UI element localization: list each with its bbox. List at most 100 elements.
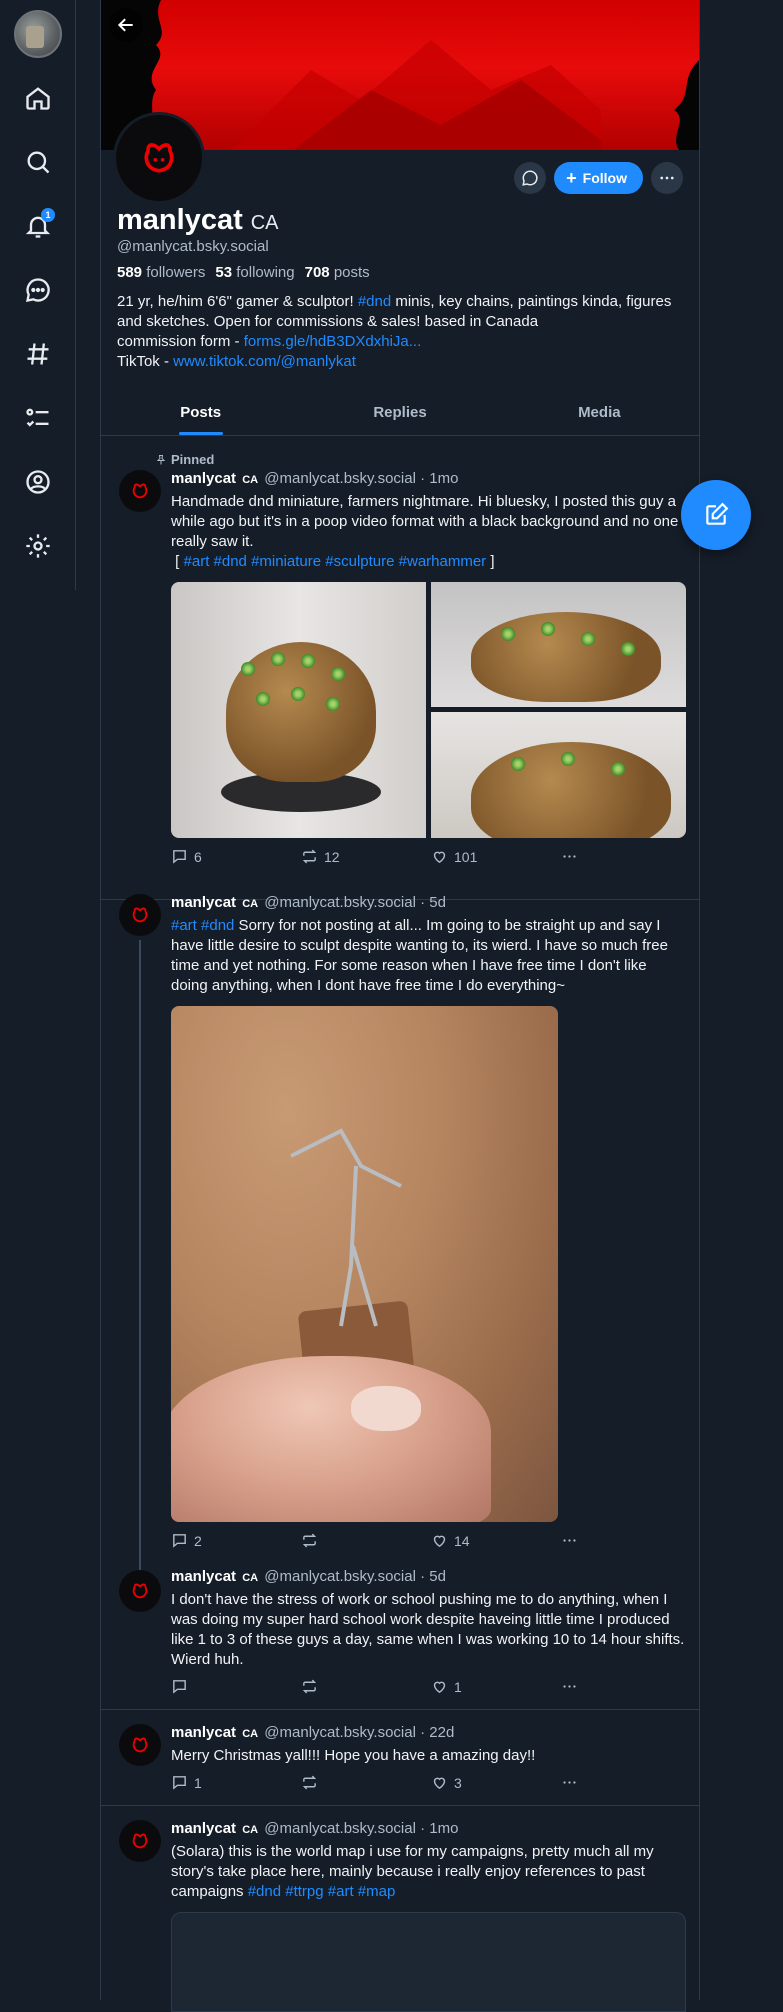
follow-button[interactable]: + Follow xyxy=(554,162,643,194)
chat-icon[interactable] xyxy=(18,270,58,310)
more-icon xyxy=(563,1539,576,1542)
profile-avatar[interactable] xyxy=(113,112,205,204)
bio-hashtag-dnd[interactable]: #dnd xyxy=(358,293,391,310)
tab-media[interactable]: Media xyxy=(500,392,699,435)
reply-button[interactable]: 2 xyxy=(171,1532,202,1549)
more-button[interactable] xyxy=(561,1678,578,1695)
thumbnail-nail xyxy=(351,1386,421,1431)
red-creature-logo xyxy=(132,907,148,923)
following-stat[interactable]: 53 following xyxy=(215,264,294,281)
moss-detail xyxy=(561,752,575,766)
more-button[interactable] xyxy=(561,848,578,865)
post-author-name[interactable]: manlycat xyxy=(171,1820,236,1837)
post-avatar[interactable] xyxy=(119,1570,161,1612)
banner-mountains-image xyxy=(231,40,601,150)
more-icon xyxy=(660,176,674,180)
banner-right-trees xyxy=(674,60,699,150)
moss-detail xyxy=(541,622,555,636)
list-icon[interactable] xyxy=(18,398,58,438)
message-button[interactable] xyxy=(514,162,547,194)
repost-button[interactable]: 12 xyxy=(301,848,340,865)
moss-detail xyxy=(621,642,635,656)
post-meta: @manlycat.bsky.social · 1mo xyxy=(264,470,459,487)
like-button[interactable]: 101 xyxy=(431,848,477,865)
more-icon xyxy=(563,1685,576,1688)
post-avatar[interactable] xyxy=(119,1724,161,1766)
post-hashtags[interactable]: #art #dnd #miniature #sculpture #warhamm… xyxy=(184,553,487,570)
moss-detail xyxy=(241,662,255,676)
repost-button[interactable] xyxy=(301,1678,324,1695)
commission-form-link[interactable]: forms.gle/hdB3DXdxhiJa... xyxy=(244,333,422,350)
like-icon xyxy=(433,851,446,864)
name-flag: CA xyxy=(250,212,279,234)
home-icon[interactable] xyxy=(18,78,58,118)
followers-stat[interactable]: 589 followers xyxy=(117,264,205,281)
profile-handle: @manlycat.bsky.social xyxy=(117,238,269,255)
post-author-name[interactable]: manlycat xyxy=(171,894,236,911)
miniature-photo-front[interactable] xyxy=(171,582,426,838)
like-button[interactable]: 14 xyxy=(431,1532,470,1549)
tiktok-link[interactable]: www.tiktok.com/@manlykat xyxy=(173,353,356,370)
post-author-flag: CA xyxy=(242,474,259,486)
post-avatar[interactable] xyxy=(119,1820,161,1862)
post-hashtags[interactable]: #dnd #ttrpg #art #map xyxy=(248,1883,396,1900)
more-options-button[interactable] xyxy=(651,162,683,194)
wire-armature-photo[interactable] xyxy=(171,1006,558,1522)
moss-detail xyxy=(501,627,515,641)
profile-name-row: manlycat CA xyxy=(117,204,279,237)
compose-icon xyxy=(706,502,729,525)
feed-post[interactable]: Pinned manlycat CA @manlycat.bsky.social… xyxy=(101,446,699,900)
more-button[interactable] xyxy=(561,1774,578,1791)
back-button[interactable] xyxy=(109,8,143,42)
feed-post[interactable]: manlycat CA @manlycat.bsky.social · 5d I… xyxy=(101,1568,699,1710)
wire-armature xyxy=(290,1128,402,1327)
feed-post[interactable]: manlycat CA @manlycat.bsky.social · 5d #… xyxy=(101,894,699,1549)
tab-replies[interactable]: Replies xyxy=(300,392,499,435)
hashtag-icon[interactable] xyxy=(18,334,58,374)
reply-button[interactable] xyxy=(171,1678,194,1695)
tab-posts[interactable]: Posts xyxy=(101,392,300,435)
post-header: manlycat CA @manlycat.bsky.social · 5d xyxy=(171,1568,446,1585)
post-hashtags[interactable]: #art #dnd xyxy=(171,917,234,934)
current-user-avatar[interactable] xyxy=(14,10,62,58)
repost-icon xyxy=(302,849,317,864)
moss-detail xyxy=(326,697,340,711)
moss-detail xyxy=(271,652,285,666)
post-author-name[interactable]: manlycat xyxy=(171,470,236,487)
reply-button[interactable]: 1 xyxy=(171,1774,202,1791)
feed-post[interactable]: manlycat CA @manlycat.bsky.social · 1mo … xyxy=(101,1806,699,2012)
moss-detail xyxy=(291,687,305,701)
compose-button[interactable] xyxy=(681,480,751,550)
red-creature-logo xyxy=(132,1737,148,1753)
moss-detail xyxy=(611,762,625,776)
pinned-indicator: Pinned xyxy=(155,452,214,467)
like-icon xyxy=(433,1535,446,1548)
profile-stats: 589 followers 53 following 708 posts xyxy=(117,264,370,281)
search-icon[interactable] xyxy=(18,142,58,182)
like-button[interactable]: 3 xyxy=(431,1774,462,1791)
like-button[interactable]: 1 xyxy=(431,1678,462,1695)
more-button[interactable] xyxy=(561,1532,578,1549)
arrow-left-icon xyxy=(117,18,133,32)
pin-icon xyxy=(156,454,166,464)
miniature-photo-side[interactable] xyxy=(431,582,686,707)
red-creature-logo xyxy=(132,1583,148,1599)
notifications-bell-icon[interactable]: 1 xyxy=(18,206,58,246)
repost-button[interactable] xyxy=(301,1532,324,1549)
post-image-grid[interactable] xyxy=(171,582,686,838)
profile-icon[interactable] xyxy=(18,462,58,502)
post-header: manlycat CA @manlycat.bsky.social · 5d xyxy=(171,894,446,911)
posts-stat: 708 posts xyxy=(304,264,370,281)
post-author-name[interactable]: manlycat xyxy=(171,1724,236,1741)
post-avatar[interactable] xyxy=(119,894,161,936)
reply-button[interactable]: 6 xyxy=(171,848,202,865)
world-map-image[interactable] xyxy=(171,1912,686,2012)
miniature-photo-back[interactable] xyxy=(431,712,686,838)
post-author-flag: CA xyxy=(242,898,259,910)
feed-post[interactable]: manlycat CA @manlycat.bsky.social · 22d … xyxy=(101,1710,699,1806)
repost-button[interactable] xyxy=(301,1774,324,1791)
gear-icon[interactable] xyxy=(18,526,58,566)
post-avatar[interactable] xyxy=(119,470,161,512)
post-author-name[interactable]: manlycat xyxy=(171,1568,236,1585)
plus-icon: + xyxy=(566,168,577,188)
